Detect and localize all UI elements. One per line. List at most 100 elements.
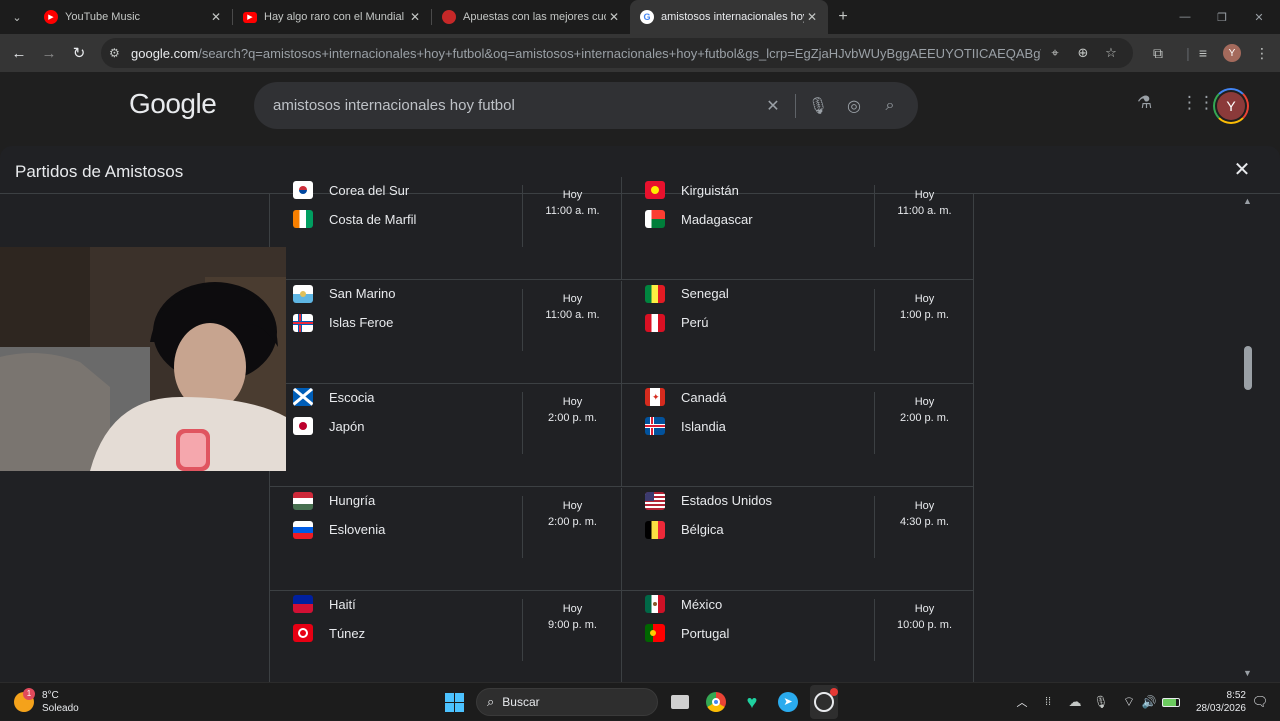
windows-taskbar: 1 8°C Soleado ⌕ Buscar ♥ ➤ ︿ ⁞⁞ ☁ 🎙 ⌔ 🔊 … (0, 682, 1280, 720)
search-icon[interactable]: ⌕ (872, 97, 908, 115)
panel-scrollbar[interactable]: ▲ ▼ (1240, 194, 1256, 682)
google-search-box[interactable]: amistosos internacionales hoy futbol ✕ 🎙… (254, 82, 918, 129)
close-window-button[interactable]: ✕ (1240, 0, 1278, 34)
chrome-icon[interactable] (702, 683, 730, 721)
clock[interactable]: 8:52 28/03/2026 (1190, 683, 1246, 721)
match-card[interactable]: Estados Unidos Bélgica Hoy 4:30 p. m. (621, 487, 973, 591)
wifi-icon[interactable]: ⌔ (1118, 683, 1140, 721)
matches-grid: Corea del Sur Costa de Marfil Hoy 11:00 a. … (269, 177, 974, 682)
labs-flask-icon[interactable]: ⚗ (1137, 93, 1152, 113)
start-button[interactable] (440, 683, 468, 721)
site-info-icon[interactable]: ⚙ (109, 46, 131, 60)
camera-lens-icon[interactable]: ◎ (836, 96, 872, 116)
home-team-name: Hungría (329, 493, 376, 508)
away-team-name: Perú (681, 315, 709, 330)
tab-youtube-music[interactable]: ▶ YouTube Music ✕ (34, 0, 232, 34)
extensions-icon[interactable]: ⧉ (1143, 34, 1173, 72)
home-team: Haití (293, 595, 356, 613)
match-card[interactable]: Kirguistán Madagascar Hoy 11:00 a. m. (621, 177, 973, 280)
forward-button[interactable]: → (34, 38, 64, 68)
bookmark-star-icon[interactable]: ☆ (1097, 45, 1125, 61)
tab-title: Apuestas con las mejores cuotas (463, 11, 606, 23)
notifications-icon[interactable]: 🗨 (1250, 683, 1270, 721)
peru-flag-icon (645, 313, 665, 332)
match-card[interactable]: San Marino Islas Feroe Hoy 11:00 a. m. (270, 281, 622, 384)
canada-flag-icon: ✦ (645, 388, 665, 406)
match-card[interactable]: Corea del Sur Costa de Marfil Hoy 11:00 a. … (270, 177, 622, 280)
match-card[interactable]: Hungría Eslovenia Hoy 2:00 p. m. (270, 488, 622, 591)
volume-icon[interactable]: 🔊 (1140, 683, 1158, 721)
match-day: Hoy (914, 189, 935, 201)
close-tab-icon[interactable]: ✕ (606, 10, 622, 24)
onedrive-cloud-icon[interactable]: ☁ (1064, 683, 1086, 721)
tab-apuestas[interactable]: Apuestas con las mejores cuotas ✕ (432, 0, 630, 34)
kyrgyzstan-flag-icon (645, 181, 665, 199)
home-team: Senegal (645, 284, 729, 303)
scroll-up-icon[interactable]: ▲ (1243, 196, 1252, 206)
scroll-down-icon[interactable]: ▼ (1243, 668, 1252, 678)
taskbar-search[interactable]: ⌕ Buscar (476, 683, 658, 721)
new-tab-button[interactable]: + (828, 0, 858, 34)
tray-apps-icon[interactable]: ⁞⁞ (1038, 683, 1058, 721)
slovenia-flag-icon (293, 520, 313, 539)
portugal-flag-icon (645, 624, 665, 642)
match-time: 11:00 a. m. (897, 205, 952, 217)
close-panel-button[interactable]: ✕ (1230, 158, 1254, 182)
windows-logo-icon (444, 692, 464, 712)
obs-icon[interactable] (810, 685, 838, 719)
tray-chevron-up-icon[interactable]: ︿ (1013, 683, 1031, 721)
profile-button[interactable]: Y (1217, 34, 1247, 72)
chevron-down-icon: ⌄ (12, 11, 22, 24)
search-label: Buscar (502, 695, 540, 709)
minimize-button[interactable]: — (1166, 0, 1204, 34)
task-view-icon[interactable] (666, 683, 694, 721)
address-bar[interactable]: ⚙ google.com/search?q=amistosos+internac… (101, 38, 1133, 68)
microphone-icon[interactable]: 🎙 (1092, 683, 1110, 721)
back-button[interactable]: ← (4, 38, 34, 68)
home-team-name: San Marino (329, 286, 396, 301)
weather-widget[interactable]: 1 8°C Soleado (14, 683, 104, 721)
home-team: Corea del Sur (293, 181, 409, 199)
match-card[interactable]: Escocia Japón Hoy 2:00 p. m. (270, 384, 622, 487)
app-heart-icon[interactable]: ♥ (738, 683, 766, 721)
close-tab-icon[interactable]: ✕ (407, 10, 423, 24)
usa-flag-icon (645, 491, 665, 510)
scotland-flag-icon (293, 388, 313, 406)
restore-button[interactable]: ❐ (1203, 0, 1241, 34)
zoom-icon[interactable]: ⊕ (1069, 45, 1097, 61)
home-team-name: Senegal (681, 286, 729, 301)
japan-flag-icon (293, 417, 313, 435)
microphone-icon[interactable]: 🎙 (800, 96, 836, 116)
match-card[interactable]: Senegal Perú Hoy 1:00 p. m. (621, 280, 973, 384)
match-time: 10:00 p. m. (896, 619, 953, 631)
apps-grid-icon[interactable]: ⋮⋮ (1181, 93, 1215, 113)
match-card[interactable]: ✦ Canadá Islandia Hoy 2:00 p. m. (621, 384, 973, 487)
away-team-name: Japón (329, 418, 365, 434)
search-query[interactable]: amistosos internacionales hoy futbol (273, 97, 755, 114)
telegram-icon[interactable]: ➤ (774, 683, 802, 721)
scrollbar-thumb[interactable] (1244, 346, 1252, 390)
menu-kebab-icon[interactable]: ⋮ (1247, 34, 1277, 72)
tab-google-search[interactable]: G amistosos internacionales hoy futbol ✕ (630, 0, 828, 34)
home-team-name: Escocia (329, 389, 375, 405)
tab-youtube-video[interactable]: ▶ Hay algo raro con el Mundial 2026 ✕ (233, 0, 431, 34)
battery-icon[interactable] (1160, 683, 1182, 721)
match-card[interactable]: México Portugal Hoy 10:00 p. m. (621, 591, 973, 682)
match-day: Hoy (914, 499, 935, 512)
clock-date: 28/03/2026 (1195, 703, 1246, 714)
away-team: Perú (645, 313, 709, 332)
tab-search-button[interactable]: ⌄ (0, 0, 34, 34)
match-card[interactable]: Haití Túnez Hoy 9:00 p. m. (270, 591, 622, 682)
home-team: ✦ Canadá (645, 388, 727, 406)
reload-icon: ↻ (72, 45, 86, 62)
match-day: Hoy (562, 603, 583, 615)
clear-search-icon[interactable]: ✕ (755, 96, 791, 116)
google-logo[interactable]: Google (129, 88, 217, 120)
media-controls-icon[interactable]: ≡ (1188, 34, 1218, 72)
belgium-flag-icon (645, 520, 665, 539)
close-tab-icon[interactable]: ✕ (208, 10, 224, 24)
location-icon[interactable]: ⌖ (1041, 45, 1069, 61)
google-account-avatar[interactable]: Y (1213, 88, 1249, 124)
reload-button[interactable]: ↻ (64, 38, 94, 68)
close-tab-icon[interactable]: ✕ (804, 10, 820, 24)
